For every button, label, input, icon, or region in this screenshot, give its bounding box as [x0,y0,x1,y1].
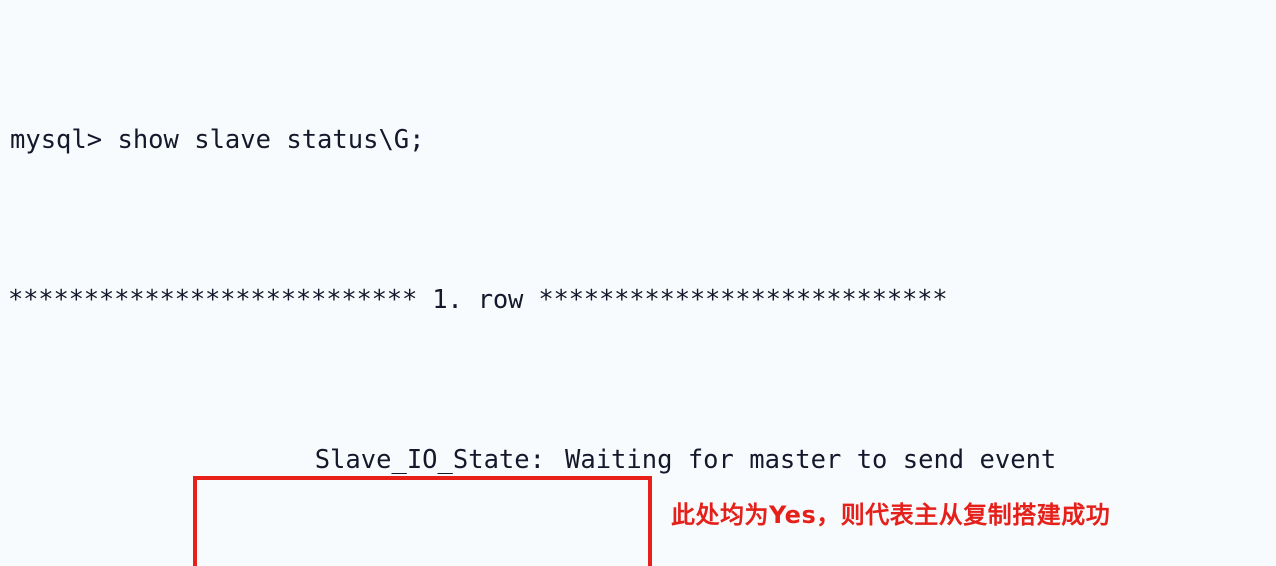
terminal-prompt-line: mysql> show slave status\G; [10,125,425,155]
row-separator-line: *************************** 1. row *****… [8,285,948,315]
annotation-text: 此处均为Yes，则代表主从复制搭建成功 [671,501,1111,529]
terminal-screenshot: mysql> show slave status\G; ************… [0,0,1276,566]
field-value: Waiting for master to send event [565,445,1057,475]
field-row-slave-io-state: Slave_IO_State: Waiting for master to se… [0,440,1276,480]
field-label: Slave_IO_State: [314,445,545,475]
terminal-output: mysql> show slave status\G; ************… [0,0,1276,566]
